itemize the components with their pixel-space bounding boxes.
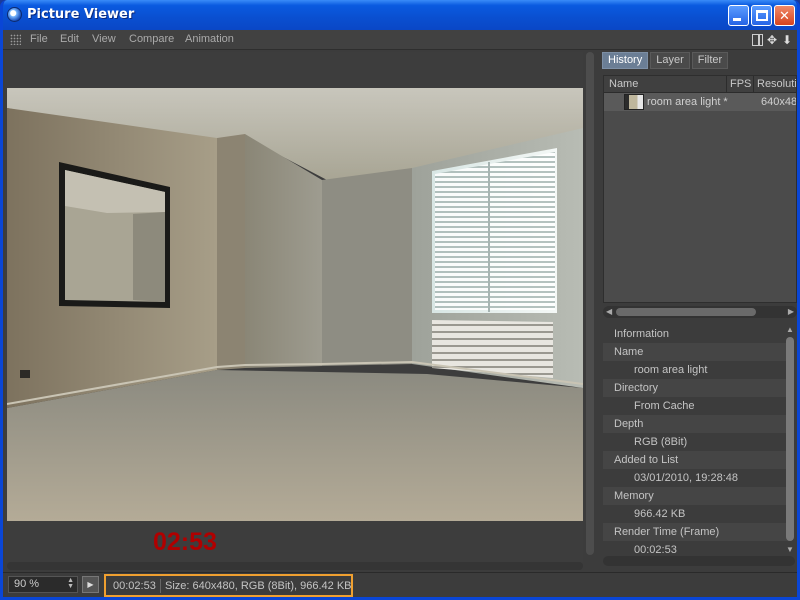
render-timecode: 02:53 xyxy=(153,528,217,556)
info-label-added: Added to List xyxy=(603,451,789,469)
minimize-button[interactable] xyxy=(728,5,749,26)
history-header: Name FPS Resoluti xyxy=(604,76,796,93)
grip-icon[interactable] xyxy=(10,34,21,45)
scroll-left-icon[interactable]: ◀ xyxy=(606,306,612,318)
info-label-directory: Directory xyxy=(603,379,789,397)
minimize-icon xyxy=(733,18,741,21)
play-icon: ▶ xyxy=(87,580,94,589)
info-vertical-scrollbar[interactable]: ▲ ▼ xyxy=(784,325,796,554)
info-label-depth: Depth xyxy=(603,415,789,433)
menu-bar: File Edit View Compare Animation ✥ ⬇ xyxy=(3,30,797,50)
scrollbar-thumb[interactable] xyxy=(616,308,756,316)
image-viewport[interactable]: 02:53 xyxy=(5,52,583,570)
zoom-spinner-icon[interactable]: ▲ ▼ xyxy=(67,577,74,590)
arrow-down-icon[interactable]: ⬇ xyxy=(781,33,793,47)
render-image xyxy=(7,88,583,521)
room-render-graphic xyxy=(7,88,583,521)
menu-edit[interactable]: Edit xyxy=(60,33,79,45)
column-fps[interactable]: FPS xyxy=(730,78,751,90)
column-divider[interactable] xyxy=(726,76,727,93)
window-title: Picture Viewer xyxy=(27,7,135,22)
status-divider xyxy=(160,579,161,593)
history-row-name: room area light * xyxy=(647,96,728,108)
status-info-box: 00:02:53 Size: 640x480, RGB (8Bit), 966.… xyxy=(104,574,353,597)
tab-layer[interactable]: Layer xyxy=(650,52,690,69)
close-icon: ✕ xyxy=(779,8,790,23)
column-resolution[interactable]: Resoluti xyxy=(757,78,796,90)
viewer-horizontal-scrollbar[interactable] xyxy=(7,562,583,570)
zoom-field[interactable]: 90 % ▲ ▼ xyxy=(8,576,78,593)
layout-tools: ✥ ⬇ xyxy=(752,32,793,48)
info-value-directory: From Cache xyxy=(634,400,695,412)
status-image-info: Size: 640x480, RGB (8Bit), 966.42 KB xyxy=(165,580,352,592)
info-value-render-time: 00:02:53 xyxy=(634,544,677,555)
app-icon xyxy=(7,7,22,22)
tab-history[interactable]: History xyxy=(602,52,649,69)
scroll-up-icon[interactable]: ▲ xyxy=(786,325,794,334)
panel-layout-icon[interactable] xyxy=(752,34,763,46)
scroll-down-icon[interactable]: ▼ xyxy=(786,545,794,554)
status-time: 00:02:53 xyxy=(113,580,156,592)
history-row[interactable]: room area light * 640x48 xyxy=(604,93,797,111)
side-panel: History Layer Filter Name FPS Resoluti r… xyxy=(599,50,797,570)
title-bar[interactable]: Picture Viewer ✕ xyxy=(3,0,797,30)
history-list: Name FPS Resoluti room area light * 640x… xyxy=(603,75,797,303)
info-panel: Information Name room area light Directo… xyxy=(603,325,789,555)
maximize-icon xyxy=(756,10,768,21)
info-header: Information xyxy=(614,328,670,340)
zoom-value: 90 % xyxy=(14,578,40,590)
info-label-render-time: Render Time (Frame) xyxy=(603,523,789,541)
maximize-button[interactable] xyxy=(751,5,772,26)
menu-compare[interactable]: Compare xyxy=(129,33,174,45)
info-label-name: Name xyxy=(603,343,789,361)
scrollbar-thumb[interactable] xyxy=(786,337,794,541)
status-bar: 90 % ▲ ▼ ▶ 00:02:53 Size: 640x480, RGB (8… xyxy=(3,572,797,597)
info-value-added: 03/01/2010, 19:28:48 xyxy=(634,472,738,484)
info-value-memory: 966.42 KB xyxy=(634,508,686,520)
scrollbar-thumb[interactable] xyxy=(586,52,594,555)
tab-filter[interactable]: Filter xyxy=(691,52,729,69)
picture-viewer-window: Picture Viewer ✕ File Edit View Compare … xyxy=(0,0,800,600)
viewer-vertical-scrollbar[interactable] xyxy=(584,52,595,555)
history-row-resolution: 640x48 xyxy=(761,96,797,108)
panel-horizontal-scrollbar[interactable] xyxy=(603,556,795,566)
menu-animation[interactable]: Animation xyxy=(185,33,234,45)
close-button[interactable]: ✕ xyxy=(774,5,795,26)
info-value-name: room area light xyxy=(634,364,708,376)
info-value-depth: RGB (8Bit) xyxy=(634,436,688,448)
move-icon[interactable]: ✥ xyxy=(766,33,778,47)
render-thumbnail xyxy=(624,94,644,110)
menu-view[interactable]: View xyxy=(92,33,116,45)
history-horizontal-scrollbar[interactable]: ◀ ▶ xyxy=(603,306,797,318)
info-label-memory: Memory xyxy=(603,487,789,505)
menu-file[interactable]: File xyxy=(30,33,48,45)
play-button[interactable]: ▶ xyxy=(82,576,99,593)
panel-tabs: History Layer Filter xyxy=(602,52,729,69)
scroll-right-icon[interactable]: ▶ xyxy=(788,306,794,318)
column-name[interactable]: Name xyxy=(609,78,638,90)
column-divider[interactable] xyxy=(753,76,754,93)
